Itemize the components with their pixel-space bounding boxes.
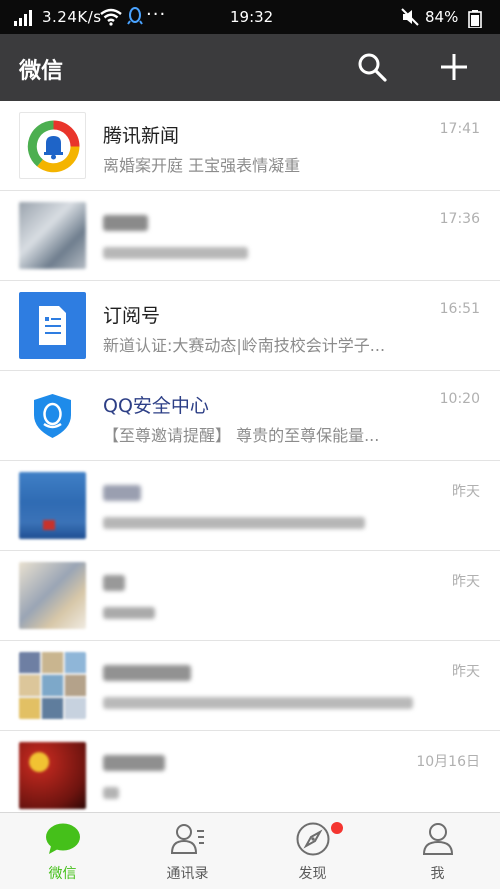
chat-item[interactable]: 昨天 — [0, 461, 500, 551]
chat-time: 17:41 — [439, 121, 480, 137]
shield-icon — [34, 394, 71, 438]
contact-avatar — [19, 562, 86, 629]
blurred-name — [103, 575, 125, 591]
wifi-icon — [100, 8, 122, 26]
contact-avatar — [19, 202, 86, 269]
tab-me[interactable]: 我 — [375, 813, 500, 889]
tencent-news-avatar — [19, 112, 86, 179]
subscription-icon — [39, 306, 66, 345]
chat-item-tencent-news[interactable]: 腾讯新闻 离婚案开庭 王宝强表情凝重 17:41 — [0, 101, 500, 191]
person-icon — [422, 823, 454, 855]
contacts-icon — [170, 824, 204, 854]
search-icon[interactable] — [356, 51, 388, 83]
notification-badge — [331, 822, 343, 834]
tab-label: 我 — [430, 866, 445, 882]
more-notifications-icon: ··· — [146, 4, 167, 25]
chat-item[interactable]: 昨天 — [0, 551, 500, 641]
chat-item-qq-security[interactable]: QQ安全中心 【至尊邀请提醒】 尊贵的至尊保能量... 10:20 — [0, 371, 500, 461]
page-title: 微信 — [19, 59, 64, 84]
chat-preview: 新道认证:大赛动态|岭南技校会计学子... — [103, 336, 386, 355]
contact-avatar — [19, 472, 86, 539]
chat-item[interactable]: 10月16日 — [0, 731, 500, 821]
blurred-preview — [103, 247, 248, 259]
blurred-name — [103, 215, 148, 231]
qq-security-avatar — [19, 382, 86, 449]
tab-label: 发现 — [298, 866, 327, 882]
status-bar: 3.24K/s ··· 19:32 84% — [0, 0, 500, 34]
blurred-preview — [103, 517, 365, 529]
chat-item[interactable]: 17:36 — [0, 191, 500, 281]
chat-item-subscriptions[interactable]: 订阅号 新道认证:大赛动态|岭南技校会计学子... 16:51 — [0, 281, 500, 371]
qq-penguin-icon — [127, 7, 143, 25]
blurred-preview — [103, 697, 413, 709]
bottom-tab-bar: 微信 通讯录 发现 我 — [0, 812, 500, 889]
tab-discover[interactable]: 发现 — [250, 813, 375, 889]
blurred-name — [103, 755, 165, 771]
tab-chats[interactable]: 微信 — [0, 813, 125, 889]
battery-percent: 84% — [425, 8, 459, 26]
chat-time: 10月16日 — [416, 754, 480, 770]
chat-item[interactable]: 昨天 — [0, 641, 500, 731]
chat-time: 昨天 — [452, 484, 480, 500]
chat-preview: 离婚案开庭 王宝强表情凝重 — [103, 156, 301, 175]
chat-time: 昨天 — [452, 664, 480, 680]
chat-name: QQ安全中心 — [103, 395, 209, 417]
chat-time: 昨天 — [452, 574, 480, 590]
blurred-preview — [103, 787, 119, 799]
chat-preview: 【至尊邀请提醒】 尊贵的至尊保能量... — [103, 426, 380, 445]
tab-contacts[interactable]: 通讯录 — [125, 813, 250, 889]
blurred-preview — [103, 607, 155, 619]
blurred-name — [103, 665, 191, 681]
tab-label: 通讯录 — [166, 866, 209, 882]
chat-time: 16:51 — [439, 301, 480, 317]
contact-avatar — [19, 742, 86, 809]
tencent-news-logo-icon — [27, 120, 80, 173]
signal-icon — [14, 10, 32, 26]
mute-icon — [401, 8, 419, 26]
app-header: 微信 — [0, 34, 500, 101]
chat-time: 10:20 — [439, 391, 480, 407]
subscription-avatar — [19, 292, 86, 359]
chat-name: 腾讯新闻 — [103, 125, 180, 147]
status-time: 19:32 — [230, 8, 274, 26]
blurred-name — [103, 485, 141, 501]
chat-name: 订阅号 — [103, 305, 161, 327]
chat-time: 17:36 — [439, 211, 480, 227]
group-avatar — [19, 652, 86, 719]
chat-list: 腾讯新闻 离婚案开庭 王宝强表情凝重 17:41 17:36 订阅号 新道认证:… — [0, 101, 500, 821]
add-icon[interactable] — [438, 51, 470, 83]
compass-icon — [296, 822, 330, 856]
network-speed: 3.24K/s — [42, 8, 102, 26]
chat-bubble-icon — [46, 823, 80, 854]
tab-label: 微信 — [48, 866, 77, 882]
battery-icon — [468, 10, 482, 28]
